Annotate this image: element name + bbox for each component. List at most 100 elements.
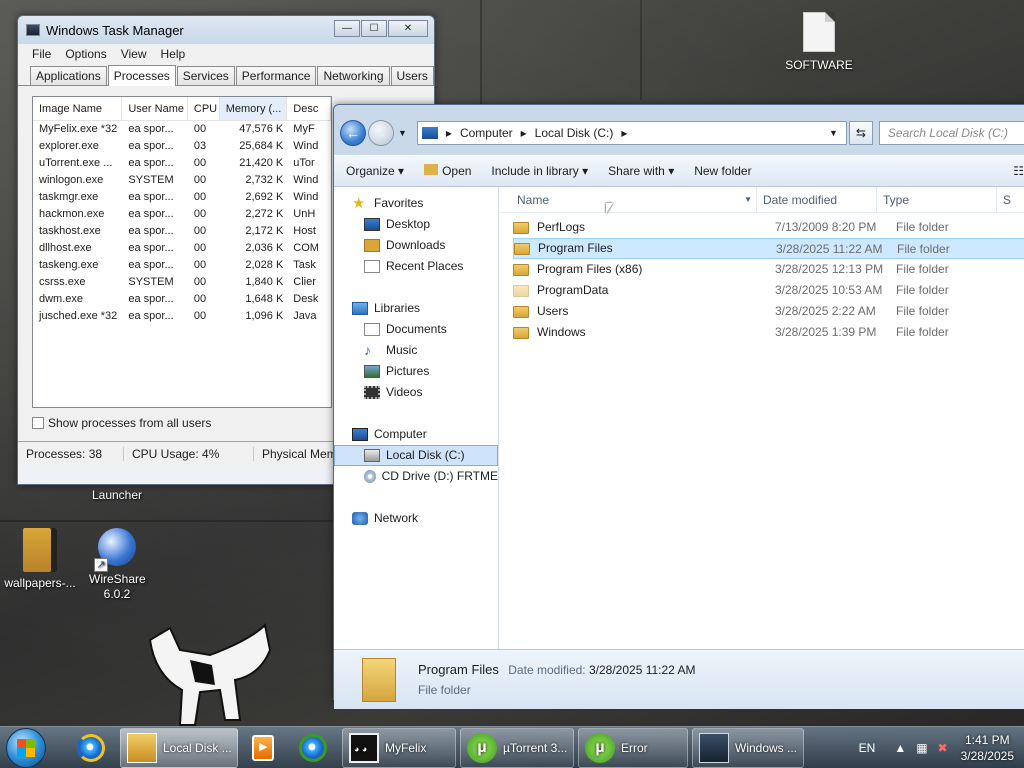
desktop-icon-software[interactable]: SOFTWARE — [779, 12, 859, 72]
table-row[interactable]: jusched.exe *32 ea spor... 00 1,096 K Java — [33, 308, 331, 325]
maximize-button[interactable]: ☐ — [361, 20, 387, 37]
column-description[interactable]: Desc — [287, 97, 331, 120]
breadcrumb-local-disk[interactable]: Local Disk (C:) — [535, 126, 614, 140]
nav-videos[interactable]: Videos — [334, 382, 498, 403]
list-item[interactable]: Program Files (x86) 3/28/2025 12:13 PM Fil… — [513, 259, 1024, 280]
menu-help[interactable]: Help — [161, 47, 186, 61]
table-row[interactable]: dllhost.exe ea spor... 00 2,036 K COM — [33, 240, 331, 257]
tab-users[interactable]: Users — [390, 66, 434, 85]
navigation-pane[interactable]: ★ Favorites Desktop Downloads Recent Plac… — [334, 187, 499, 649]
column-image-name[interactable]: Image Name — [33, 97, 123, 120]
details-item-type: File folder — [418, 683, 471, 697]
tab-applications[interactable]: Applications — [30, 66, 107, 85]
clock[interactable]: 1:41 PM 3/28/2025 — [961, 732, 1014, 764]
list-item[interactable]: Users 3/28/2025 2:22 AM File folder — [513, 301, 1024, 322]
desktop-icon-wallpapers[interactable]: wallpapers-... — [0, 528, 80, 590]
table-row[interactable]: hackmon.exe ea spor... 00 2,272 K UnH — [33, 206, 331, 223]
refresh-button[interactable]: ⇆ — [848, 121, 873, 145]
column-size[interactable]: S — [997, 187, 1011, 212]
file-list-pane[interactable]: Name ▼ Date modified Type S PerfLogs 7/13/… — [499, 187, 1024, 649]
menu-view[interactable]: View — [121, 47, 147, 61]
table-cell: ea spor... — [128, 310, 174, 322]
nav-local-disk[interactable]: Local Disk (C:) — [334, 445, 498, 466]
breadcrumb-computer[interactable]: Computer — [460, 126, 513, 140]
tab-processes[interactable]: Processes — [107, 65, 176, 86]
nav-desktop[interactable]: Desktop — [334, 214, 498, 235]
table-row[interactable]: taskmgr.exe ea spor... 00 2,692 K Wind — [33, 189, 331, 206]
details-date-value: 3/28/2025 11:22 AM — [588, 663, 696, 677]
column-user-name[interactable]: User Name — [122, 97, 188, 120]
list-item[interactable]: ProgramData 3/28/2025 10:53 AM File folder — [513, 280, 1024, 301]
table-row[interactable]: csrss.exe SYSTEM 00 1,840 K Clier — [33, 274, 331, 291]
view-options-icon[interactable]: ☷ — [1013, 164, 1024, 178]
tab-services[interactable]: Services — [176, 66, 235, 85]
table-cell: taskeng.exe — [39, 259, 99, 271]
taskbar-button-task-manager[interactable]: Windows ... — [692, 727, 804, 768]
table-row[interactable]: taskeng.exe ea spor... 00 2,028 K Task — [33, 257, 331, 274]
table-cell: 2,272 K — [245, 208, 284, 220]
table-row[interactable]: winlogon.exe SYSTEM 00 2,732 K Wind — [33, 172, 331, 189]
close-button[interactable]: ✕ — [388, 20, 428, 37]
taskbar-pin-media[interactable] — [238, 728, 288, 768]
menu-options[interactable]: Options — [65, 47, 106, 61]
desktop-icon-wireshare[interactable]: WireShare 6.0.2 — [77, 528, 157, 602]
chevron-down-icon[interactable]: ▼ — [398, 128, 407, 138]
nav-recent-places[interactable]: Recent Places — [334, 256, 498, 277]
table-row[interactable]: MyFelix.exe *32 ea spor... 00 47,576 K MyF — [33, 121, 331, 138]
show-all-checkbox[interactable] — [32, 417, 44, 429]
minimize-button[interactable]: — — [334, 20, 360, 37]
column-cpu[interactable]: CPU — [188, 97, 220, 120]
column-type[interactable]: Type — [877, 187, 997, 212]
language-indicator[interactable]: EN — [859, 741, 876, 755]
tab-performance[interactable]: Performance — [235, 66, 317, 85]
sort-dropdown-icon[interactable]: ▼ — [744, 187, 752, 212]
organize-button[interactable]: Organize ▾ — [346, 164, 404, 178]
table-row[interactable]: explorer.exe ea spor... 03 25,684 K Wind — [33, 138, 331, 155]
column-memory[interactable]: Memory (... — [219, 97, 288, 120]
taskbar-pin-ie[interactable] — [66, 728, 116, 768]
status-processes: Processes: 38 — [18, 446, 124, 461]
process-list[interactable]: Image Name User Name CPU Memory (... Des… — [32, 96, 332, 408]
back-arrow-icon[interactable]: ← — [340, 120, 366, 146]
table-row[interactable]: uTorrent.exe ... ea spor... 00 21,420 K uTor — [33, 155, 331, 172]
list-item[interactable]: Program Files 3/28/2025 11:22 AM File fold… — [513, 238, 1024, 259]
address-dropdown-icon[interactable]: ▼ — [829, 128, 838, 138]
table-cell: 00 — [193, 123, 207, 135]
nav-documents[interactable]: Documents — [334, 319, 498, 340]
nav-pictures[interactable]: Pictures — [334, 361, 498, 382]
nav-computer[interactable]: Computer — [334, 424, 498, 445]
column-date-modified[interactable]: Date modified — [757, 187, 877, 212]
volume-muted-icon[interactable]: ✖ — [938, 741, 948, 755]
tab-networking[interactable]: Networking — [317, 66, 390, 85]
show-hidden-icons-icon[interactable]: ▲ — [894, 741, 906, 755]
nav-cd-drive[interactable]: CD Drive (D:) FRTME — [334, 466, 498, 487]
taskbar-button-utorrent[interactable]: µ µTorrent 3... — [460, 727, 574, 768]
list-item[interactable]: Windows 3/28/2025 1:39 PM File folder — [513, 322, 1024, 343]
include-in-library-button[interactable]: Include in library ▾ — [491, 164, 588, 178]
address-bar[interactable]: ▸ Computer ▸ Local Disk (C:) ▸ ▼ — [416, 121, 847, 145]
list-item[interactable]: PerfLogs 7/13/2009 8:20 PM File folder — [513, 217, 1024, 238]
network-tray-icon[interactable]: ▦ — [916, 741, 927, 755]
explorer-window[interactable]: ← → ▼ ▸ Computer ▸ Local Disk (C:) ▸ ▼ ⇆… — [333, 104, 1024, 709]
nav-network[interactable]: Network — [334, 508, 498, 529]
new-folder-button[interactable]: New folder — [694, 164, 751, 178]
taskbar-button-explorer[interactable]: Local Disk ... — [120, 727, 238, 768]
nav-downloads[interactable]: Downloads — [334, 235, 498, 256]
desktop-icon-launcher[interactable]: Launcher — [77, 488, 157, 502]
table-row[interactable]: dwm.exe ea spor... 00 1,648 K Desk — [33, 291, 331, 308]
nav-music[interactable]: ♪ Music — [334, 340, 498, 361]
column-name[interactable]: Name ▼ — [499, 187, 757, 212]
taskbar-button-error[interactable]: µ Error — [578, 727, 688, 768]
table-row[interactable]: taskhost.exe ea spor... 00 2,172 K Host — [33, 223, 331, 240]
start-button[interactable] — [6, 727, 46, 768]
search-input[interactable]: Search Local Disk (C:) — [878, 121, 1024, 145]
nav-libraries[interactable]: Libraries — [334, 298, 498, 319]
taskbar-pin-globe[interactable] — [288, 728, 338, 768]
nav-favorites[interactable]: ★ Favorites — [334, 193, 498, 214]
task-manager-titlebar[interactable]: Windows Task Manager — ☐ ✕ — [18, 16, 434, 44]
taskbar-button-myfelix[interactable]: MyFelix — [342, 727, 456, 768]
forward-arrow-icon[interactable]: → — [368, 120, 394, 146]
open-button[interactable]: Open — [424, 164, 471, 178]
share-with-button[interactable]: Share with ▾ — [608, 164, 674, 178]
menu-file[interactable]: File — [32, 47, 51, 61]
